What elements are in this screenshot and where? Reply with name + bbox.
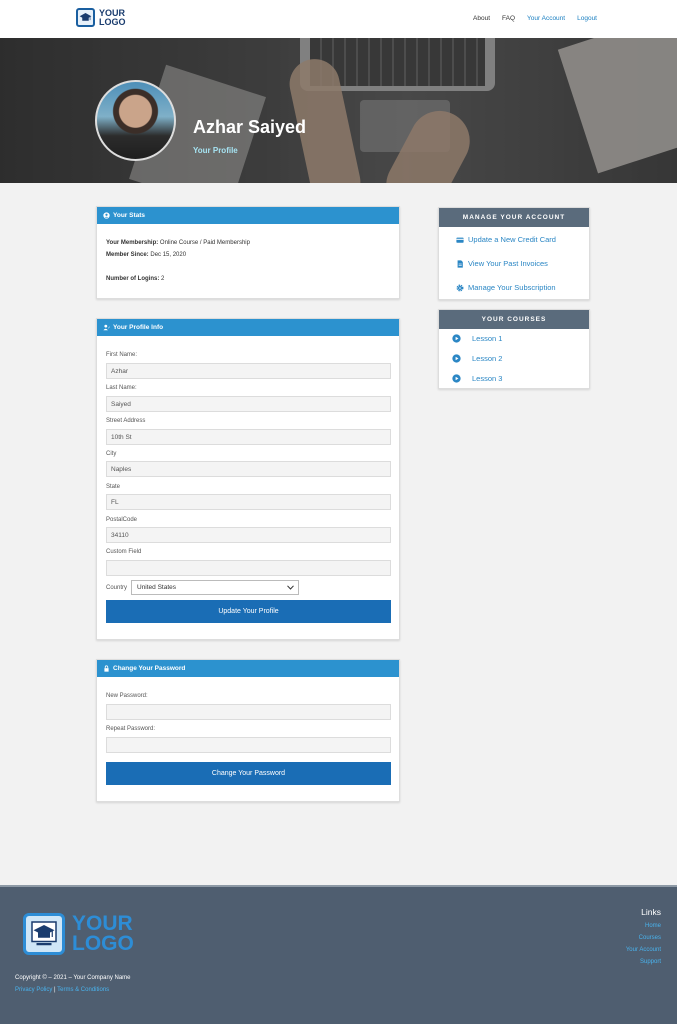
your-courses-card: YOUR COURSES Lesson 1 Lesson 2 Lesson 3	[438, 309, 590, 389]
avatar	[95, 80, 176, 161]
stats-card-title: Your Stats	[113, 212, 146, 219]
footer-link-your-account[interactable]: Your Account	[626, 944, 661, 956]
member-since-label: Member Since:	[106, 252, 149, 258]
city-label: City	[106, 451, 117, 457]
lock-icon	[104, 665, 109, 672]
invoice-icon	[457, 259, 463, 268]
main-nav: About FAQ Your Account Logout	[461, 15, 597, 22]
profile-card-title: Your Profile Info	[113, 324, 164, 331]
postal-code-field[interactable]: 34110	[106, 527, 391, 543]
country-label: Country	[106, 585, 128, 591]
state-field[interactable]: FL	[106, 494, 391, 510]
footer-links: Links Home Courses Your Account Support	[626, 907, 661, 968]
past-invoices-link[interactable]: View Your Past Invoices	[456, 259, 548, 268]
custom-field-input[interactable]	[106, 560, 391, 576]
street-address-label: Street Address	[106, 418, 146, 424]
past-invoices-label: View Your Past Invoices	[468, 259, 548, 268]
user-edit-icon	[103, 324, 110, 331]
course-item-lesson-2[interactable]: Lesson 2	[452, 354, 502, 363]
logins-stat: Number of Logins: 2	[106, 276, 164, 282]
change-password-button[interactable]: Change Your Password	[106, 762, 391, 785]
footer-link-courses[interactable]: Courses	[626, 932, 661, 944]
course-item-lesson-1[interactable]: Lesson 1	[452, 334, 502, 343]
city-field[interactable]: Naples	[106, 461, 391, 477]
membership-label: Your Membership:	[106, 240, 159, 246]
course-item-label: Lesson 3	[472, 374, 503, 383]
site-footer: YOUR LOGO Copyright © – 2021 – Your Comp…	[0, 885, 677, 1024]
update-credit-card-label: Update a New Credit Card	[468, 235, 556, 244]
top-navbar: YOUR LOGO About FAQ Your Account Logout	[0, 0, 677, 38]
play-circle-icon	[452, 374, 461, 383]
postal-code-label: PostalCode	[106, 517, 138, 523]
copyright-text: Copyright © – 2021 – Your Company Name	[15, 975, 131, 981]
nav-logout[interactable]: Logout	[577, 15, 597, 22]
new-password-label: New Password:	[106, 693, 148, 699]
manage-account-title: MANAGE YOUR ACCOUNT	[439, 208, 589, 227]
footer-logo-line1: YOUR	[72, 912, 133, 935]
country-select-value: United States	[137, 584, 177, 591]
course-item-label: Lesson 1	[472, 334, 503, 343]
update-profile-button[interactable]: Update Your Profile	[106, 600, 391, 623]
logo-line2: LOGO	[99, 16, 126, 27]
profile-name: Azhar Saiyed	[193, 117, 307, 137]
state-label: State	[106, 484, 121, 490]
footer-link-support[interactable]: Support	[626, 956, 661, 968]
change-password-card: Change Your Password New Password: Repea…	[96, 659, 400, 802]
play-circle-icon	[452, 334, 461, 343]
your-courses-title: YOUR COURSES	[439, 310, 589, 329]
password-card-title: Change Your Password	[113, 665, 186, 672]
membership-stat: Your Membership: Online Course / Paid Me…	[106, 240, 250, 246]
footer-links-title: Links	[641, 907, 661, 917]
manage-subscription-link[interactable]: Manage Your Subscription	[456, 283, 556, 292]
nav-your-account[interactable]: Your Account	[527, 15, 565, 22]
profile-card-header: Your Profile Info	[97, 319, 399, 336]
stats-card-header: Your Stats	[97, 207, 399, 224]
membership-value: Online Course / Paid Membership	[159, 240, 250, 246]
first-name-label: First Name:	[106, 352, 138, 358]
footer-logo[interactable]: YOUR LOGO	[23, 913, 134, 955]
terms-link[interactable]: Terms & Conditions	[57, 987, 109, 993]
footer-logo-line2: LOGO	[72, 932, 134, 955]
member-since-value: Dec 15, 2020	[150, 252, 187, 258]
stats-card: Your Stats Your Membership: Online Cours…	[96, 206, 400, 299]
custom-field-label: Custom Field	[106, 549, 142, 555]
footer-link-home[interactable]: Home	[626, 920, 661, 932]
site-logo[interactable]: YOUR LOGO	[76, 8, 126, 27]
logins-label: Number of Logins:	[106, 276, 160, 282]
last-name-label: Last Name:	[106, 385, 137, 391]
nav-faq[interactable]: FAQ	[502, 15, 515, 22]
credit-card-icon	[456, 237, 464, 243]
nav-about[interactable]: About	[473, 15, 490, 22]
last-name-field[interactable]: Saiyed	[106, 396, 391, 412]
repeat-password-label: Repeat Password:	[106, 726, 156, 732]
legal-separator: |	[54, 987, 56, 993]
privacy-policy-link[interactable]: Privacy Policy	[15, 987, 52, 993]
street-address-field[interactable]: 10th St	[106, 429, 391, 445]
first-name-field[interactable]: Azhar	[106, 363, 391, 379]
graduation-cap-icon	[23, 913, 65, 955]
manage-subscription-label: Manage Your Subscription	[468, 283, 556, 292]
play-circle-icon	[452, 354, 461, 363]
graduation-cap-icon	[76, 8, 95, 27]
profile-subtitle: Your Profile	[193, 146, 238, 155]
logins-value: 2	[161, 276, 165, 282]
gear-icon	[456, 284, 464, 291]
chevron-down-icon	[287, 585, 294, 590]
user-circle-icon	[103, 212, 110, 219]
update-credit-card-link[interactable]: Update a New Credit Card	[456, 235, 556, 244]
course-item-label: Lesson 2	[472, 354, 503, 363]
repeat-password-field[interactable]	[106, 737, 391, 753]
profile-info-card: Your Profile Info First Name: Azhar Last…	[96, 318, 400, 640]
password-card-header: Change Your Password	[97, 660, 399, 677]
course-item-lesson-3[interactable]: Lesson 3	[452, 374, 502, 383]
member-since-stat: Member Since: Dec 15, 2020	[106, 252, 186, 258]
new-password-field[interactable]	[106, 704, 391, 720]
legal-links: Privacy Policy | Terms & Conditions	[15, 987, 109, 993]
manage-account-card: MANAGE YOUR ACCOUNT Update a New Credit …	[438, 207, 590, 300]
country-select[interactable]: United States	[131, 580, 299, 595]
